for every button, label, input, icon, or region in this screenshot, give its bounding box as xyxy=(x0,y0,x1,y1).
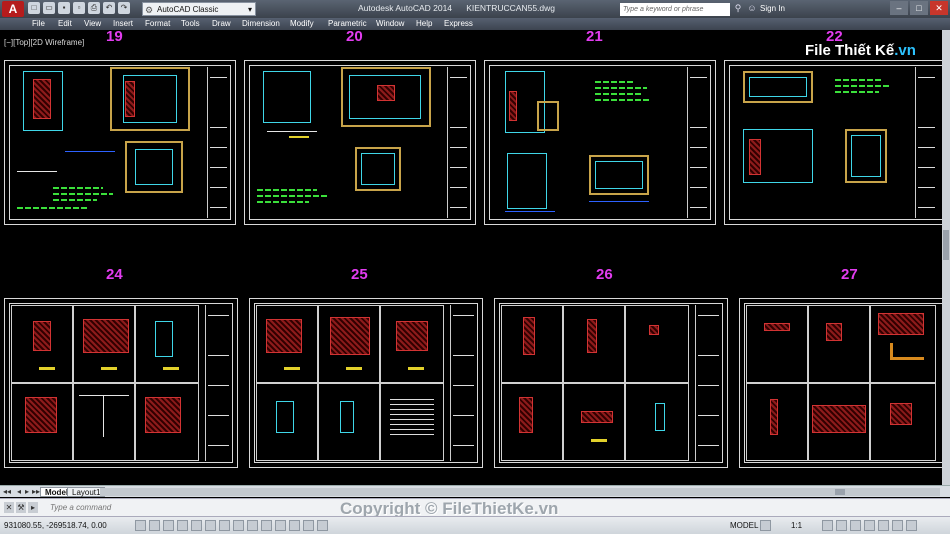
annotation-monitor-icon[interactable] xyxy=(317,520,328,531)
autocad-window: A □ ▭ ▪ ▫ ⎙ ↶ ↷ AutoCAD Classic Autodesk… xyxy=(0,0,950,534)
maximize-button[interactable]: □ xyxy=(910,1,928,15)
sheet-number-19: 19 xyxy=(106,30,123,45)
help-search-input[interactable]: Type a keyword or phrase xyxy=(620,3,730,16)
next-tab-icon[interactable]: ▸ xyxy=(25,487,29,496)
menu-dimension[interactable]: Dimension xyxy=(242,19,280,28)
drawing-sheet-27[interactable] xyxy=(739,298,942,468)
drawing-sheet-20[interactable] xyxy=(244,60,476,225)
menu-bar: File Edit View Insert Format Tools Draw … xyxy=(0,18,950,30)
drawing-sheet-21[interactable] xyxy=(484,60,716,225)
horizontal-scrollbar[interactable] xyxy=(100,488,940,496)
selection-cycling-icon[interactable] xyxy=(303,520,314,531)
menu-file[interactable]: File xyxy=(32,19,45,28)
customize-icon[interactable]: ⚒ xyxy=(16,502,26,513)
sheet-number-20: 20 xyxy=(346,30,363,45)
dyn-icon[interactable] xyxy=(247,520,258,531)
plot-icon[interactable]: ⎙ xyxy=(88,2,100,14)
view-tools xyxy=(760,520,771,531)
model-space-toggle[interactable]: MODEL xyxy=(730,521,758,530)
clean-screen-icon[interactable] xyxy=(906,520,917,531)
osnap-icon[interactable] xyxy=(191,520,202,531)
first-tab-icon[interactable]: ◂◂ xyxy=(3,487,11,496)
menu-help[interactable]: Help xyxy=(416,19,432,28)
prev-tab-icon[interactable]: ◂ xyxy=(17,487,21,496)
redo-icon[interactable]: ↷ xyxy=(118,2,130,14)
snap-icon[interactable] xyxy=(135,520,146,531)
window-controls: – □ ✕ xyxy=(890,1,948,15)
ducs-icon[interactable] xyxy=(233,520,244,531)
viewport-controls[interactable]: [−][Top][2D Wireframe] xyxy=(4,38,84,47)
save-icon[interactable]: ▪ xyxy=(58,2,70,14)
ortho-icon[interactable] xyxy=(163,520,174,531)
status-tray xyxy=(822,520,917,531)
menu-view[interactable]: View xyxy=(84,19,101,28)
menu-parametric[interactable]: Parametric xyxy=(328,19,367,28)
lineweight-icon[interactable] xyxy=(261,520,272,531)
sign-in-button[interactable]: Sign In xyxy=(760,4,785,13)
vertical-scrollbar[interactable] xyxy=(942,30,950,485)
status-bar: 931080.55, -269518.74, 0.00 MODEL 1:1 xyxy=(0,516,950,534)
menu-modify[interactable]: Modify xyxy=(290,19,314,28)
menu-edit[interactable]: Edit xyxy=(58,19,72,28)
last-tab-icon[interactable]: ▸▸ xyxy=(32,487,40,496)
status-menu-icon[interactable] xyxy=(892,520,903,531)
undo-icon[interactable]: ↶ xyxy=(103,2,115,14)
layout-tabs-bar: ◂◂ ◂ ▸ ▸▸ Model Layout1 xyxy=(0,485,950,497)
coordinates-readout[interactable]: 931080.55, -269518.74, 0.00 xyxy=(4,521,107,530)
binoculars-icon[interactable]: ⚲ xyxy=(733,3,743,14)
close-button[interactable]: ✕ xyxy=(930,1,948,15)
workspace-dropdown[interactable]: AutoCAD Classic xyxy=(142,2,256,17)
sheet-number-24: 24 xyxy=(106,266,123,283)
menu-express[interactable]: Express xyxy=(444,19,473,28)
menu-window[interactable]: Window xyxy=(376,19,404,28)
drawing-sheet-22[interactable] xyxy=(724,60,942,225)
minimize-button[interactable]: – xyxy=(890,1,908,15)
otrack-icon[interactable] xyxy=(219,520,230,531)
title-bar: A □ ▭ ▪ ▫ ⎙ ↶ ↷ AutoCAD Classic Autodesk… xyxy=(0,0,950,18)
menu-tools[interactable]: Tools xyxy=(181,19,200,28)
menu-insert[interactable]: Insert xyxy=(113,19,133,28)
sheet-number-21: 21 xyxy=(586,30,603,45)
watermark-logo: File Thiết Kế.vn xyxy=(805,42,916,59)
workspace-switch-icon[interactable] xyxy=(836,520,847,531)
close-command-icon[interactable]: ✕ xyxy=(4,502,14,513)
drawing-canvas[interactable]: [−][Top][2D Wireframe] 19 20 21 22 24 25… xyxy=(0,30,942,485)
user-icon[interactable]: ☺ xyxy=(747,3,757,14)
command-prompt-icon[interactable]: ▸ xyxy=(28,502,38,513)
polar-icon[interactable] xyxy=(177,520,188,531)
grid-icon[interactable] xyxy=(149,520,160,531)
sheet-number-26: 26 xyxy=(596,266,613,283)
3dosnap-icon[interactable] xyxy=(205,520,216,531)
drawing-sheet-24[interactable] xyxy=(4,298,238,468)
drawing-sheet-19[interactable] xyxy=(4,60,236,225)
command-line: ✕ ⚒ ▸ Copyright © FileThietKe.vn xyxy=(0,498,950,518)
save-as-icon[interactable]: ▫ xyxy=(73,2,85,14)
open-icon[interactable]: ▭ xyxy=(43,2,55,14)
quick-view-icon[interactable] xyxy=(760,520,771,531)
annotation-visibility-icon[interactable] xyxy=(822,520,833,531)
annotation-scale[interactable]: 1:1 xyxy=(791,521,802,530)
drawing-sheet-26[interactable] xyxy=(494,298,728,468)
quick-properties-icon[interactable] xyxy=(289,520,300,531)
drawing-sheet-25[interactable] xyxy=(249,298,483,468)
menu-format[interactable]: Format xyxy=(145,19,170,28)
new-icon[interactable]: □ xyxy=(28,2,40,14)
lock-icon[interactable] xyxy=(850,520,861,531)
drafting-toggles xyxy=(135,520,328,531)
application-menu-button[interactable]: A xyxy=(2,1,24,17)
isolate-objects-icon[interactable] xyxy=(878,520,889,531)
sheet-number-27: 27 xyxy=(841,266,858,283)
menu-draw[interactable]: Draw xyxy=(212,19,231,28)
window-title: Autodesk AutoCAD 2014 KIENTRUCCAN55.dwg xyxy=(358,3,556,13)
sheet-number-25: 25 xyxy=(351,266,368,283)
quick-access-toolbar: □ ▭ ▪ ▫ ⎙ ↶ ↷ xyxy=(28,2,130,14)
hardware-acceleration-icon[interactable] xyxy=(864,520,875,531)
transparency-icon[interactable] xyxy=(275,520,286,531)
infocenter-icons: ⚲ ☺ xyxy=(733,3,757,14)
